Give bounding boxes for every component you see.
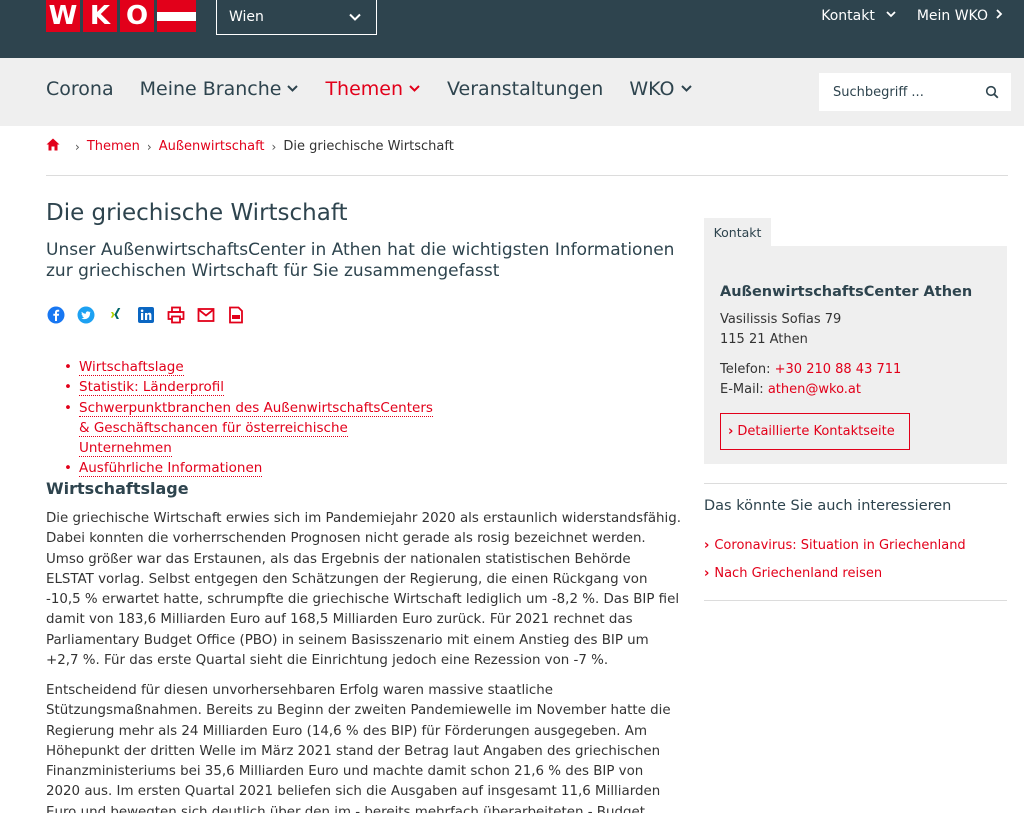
main-nav-bar: Corona Meine Branche Themen Veranstaltun… bbox=[0, 58, 1024, 126]
mein-wko-link[interactable]: Mein WKO bbox=[917, 8, 1004, 24]
breadcrumb-link-aussenwirtschaft[interactable]: Außenwirtschaft bbox=[159, 139, 265, 154]
phone-link[interactable]: +30 210 88 43 711 bbox=[775, 362, 902, 377]
detail-contact-button[interactable]: › Detaillierte Kontaktseite bbox=[720, 413, 910, 450]
search-box bbox=[819, 73, 1011, 111]
breadcrumb-current: Die griechische Wirtschaft bbox=[283, 139, 454, 154]
chevron-right-icon bbox=[994, 8, 1004, 24]
linkedin-icon[interactable] bbox=[136, 305, 156, 325]
logo-letter-w: W bbox=[46, 0, 80, 32]
search-input[interactable] bbox=[833, 84, 973, 100]
breadcrumb-separator-icon: › bbox=[75, 139, 80, 154]
top-right-links: Kontakt Mein WKO bbox=[821, 8, 1004, 24]
contact-details: AußenwirtschaftsCenter Athen Vasilissis … bbox=[720, 282, 1000, 400]
nav-item-themen[interactable]: Themen bbox=[325, 78, 421, 100]
breadcrumb-separator-icon: › bbox=[146, 139, 152, 154]
pdf-icon[interactable] bbox=[226, 305, 246, 325]
toc-link-schwerpunktbranchen[interactable]: Schwerpunktbranchen des Außenwirtschafts… bbox=[79, 399, 433, 458]
list-item: Schwerpunktbranchen des Außenwirtschafts… bbox=[64, 398, 444, 459]
breadcrumb-link-themen[interactable]: Themen bbox=[87, 139, 140, 154]
toc-link-statistik[interactable]: Statistik: Länderprofil bbox=[79, 379, 225, 397]
toc-link-ausfuehrliche-informationen[interactable]: Ausführliche Informationen bbox=[79, 460, 263, 478]
facebook-icon[interactable] bbox=[46, 305, 66, 325]
nav-item-label: Corona bbox=[46, 78, 114, 100]
table-of-contents: Wirtschaftslage Statistik: Länderprofil … bbox=[64, 357, 444, 479]
list-item: Ausführliche Informationen bbox=[64, 458, 444, 479]
region-select-value: Wien bbox=[229, 9, 264, 25]
detail-contact-label: Detaillierte Kontaktseite bbox=[737, 424, 895, 439]
chevron-down-icon bbox=[680, 78, 693, 100]
nav-item-wko[interactable]: WKO bbox=[629, 78, 692, 100]
kontakt-menu[interactable]: Kontakt bbox=[821, 8, 897, 24]
related-link-label: Coronavirus: Situation in Griechenland bbox=[714, 538, 966, 553]
related-links: › Coronavirus: Situation in Griechenland … bbox=[704, 532, 966, 588]
paragraph-1: Die griechische Wirtschaft erwies sich i… bbox=[46, 511, 681, 669]
chevron-down-icon bbox=[885, 8, 897, 24]
email-link[interactable]: athen@wko.at bbox=[768, 382, 861, 397]
home-icon[interactable] bbox=[46, 138, 60, 155]
xing-icon[interactable] bbox=[106, 305, 126, 325]
logo-letter-k: K bbox=[83, 0, 117, 32]
chevron-right-icon: › bbox=[704, 566, 710, 581]
office-name: AußenwirtschaftsCenter Athen bbox=[720, 284, 973, 300]
nav-item-label: WKO bbox=[629, 78, 675, 100]
email-line: E-Mail: athen@wko.at bbox=[720, 380, 1000, 400]
toc-link-wirtschaftslage[interactable]: Wirtschaftslage bbox=[79, 359, 184, 376]
region-select[interactable]: Wien bbox=[216, 0, 377, 35]
nav-item-veranstaltungen[interactable]: Veranstaltungen bbox=[447, 78, 603, 100]
kontakt-label: Kontakt bbox=[821, 8, 875, 24]
logo-letter-o: O bbox=[120, 0, 154, 32]
related-title: Das könnte Sie auch interessieren bbox=[704, 498, 952, 514]
list-item: Wirtschaftslage bbox=[64, 357, 444, 378]
related-link-label: Nach Griechenland reisen bbox=[714, 566, 883, 581]
page-title: Die griechische Wirtschaft bbox=[46, 200, 348, 226]
logo-flag bbox=[157, 0, 196, 32]
chevron-right-icon: › bbox=[704, 538, 710, 553]
nav-item-label: Meine Branche bbox=[139, 78, 282, 100]
breadcrumb: › Themen › Außenwirtschaft › Die griechi… bbox=[46, 138, 454, 155]
contact-box-header bbox=[771, 218, 1007, 246]
page-subtitle: Unser AußenwirtschaftsCenter in Athen ha… bbox=[46, 240, 675, 281]
mein-wko-label: Mein WKO bbox=[916, 8, 988, 24]
search-icon[interactable] bbox=[985, 85, 999, 103]
share-bar bbox=[46, 305, 246, 325]
office-street: Vasilissis Sofias 79 bbox=[720, 312, 842, 327]
divider bbox=[704, 483, 1007, 484]
divider bbox=[46, 175, 1008, 176]
paragraph-2: Entscheidend für diesen unvorhersehbaren… bbox=[46, 683, 671, 813]
chevron-down-icon bbox=[348, 10, 362, 28]
section-title: Wirtschaftslage bbox=[46, 479, 189, 498]
main-nav: Corona Meine Branche Themen Veranstaltun… bbox=[46, 78, 719, 100]
related-link-coronavirus[interactable]: › Coronavirus: Situation in Griechenland bbox=[704, 532, 966, 560]
nav-item-meine-branche[interactable]: Meine Branche bbox=[140, 78, 300, 100]
breadcrumb-separator-icon: › bbox=[271, 139, 277, 154]
nav-item-label: Themen bbox=[325, 78, 404, 100]
phone-label: Telefon: bbox=[720, 362, 775, 377]
twitter-icon[interactable] bbox=[76, 305, 96, 325]
chevron-down-icon bbox=[286, 78, 299, 100]
phone-line: Telefon: +30 210 88 43 711 bbox=[720, 360, 1000, 380]
top-bar: W K O Wien Kontakt Mein WKO bbox=[0, 0, 1024, 58]
wko-logo[interactable]: W K O bbox=[46, 0, 196, 32]
related-link-reisen[interactable]: › Nach Griechenland reisen bbox=[704, 560, 966, 588]
nav-item-label: Veranstaltungen bbox=[447, 78, 604, 100]
office-city: 115 21 Athen bbox=[720, 332, 808, 347]
list-item: Statistik: Länderprofil bbox=[64, 377, 444, 398]
print-icon[interactable] bbox=[166, 305, 186, 325]
contact-tab[interactable]: Kontakt bbox=[704, 218, 771, 246]
chevron-right-icon: › bbox=[728, 424, 734, 439]
mail-icon[interactable] bbox=[196, 305, 216, 325]
divider bbox=[704, 600, 1007, 601]
email-label: E-Mail: bbox=[720, 382, 768, 397]
nav-item-corona[interactable]: Corona bbox=[46, 78, 114, 100]
chevron-down-icon bbox=[408, 78, 421, 100]
